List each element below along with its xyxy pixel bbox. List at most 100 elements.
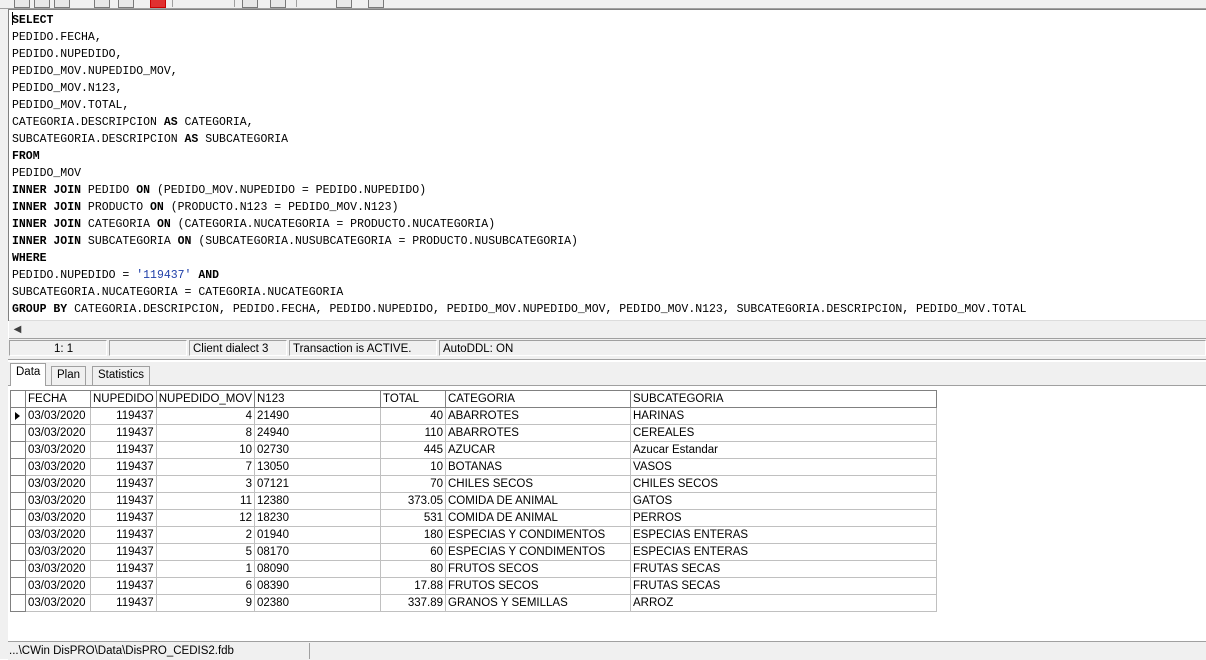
cell-nupedido[interactable]: 119437 <box>90 526 157 544</box>
cell-n123[interactable]: 08390 <box>254 577 381 595</box>
cell-total[interactable]: 80 <box>380 560 446 578</box>
cell-n123[interactable]: 21490 <box>254 407 381 425</box>
table-row[interactable]: 03/03/2020 119437 10 02730 445 AZUCAR Azucar E… <box>10 441 937 459</box>
row-indicator[interactable] <box>10 492 26 510</box>
row-indicator[interactable] <box>10 526 26 544</box>
cell-nupedido[interactable]: 119437 <box>90 577 157 595</box>
row-indicator[interactable] <box>10 509 26 527</box>
cell-n123[interactable]: 13050 <box>254 458 381 476</box>
cell-nupedido-mov[interactable]: 9 <box>155 594 256 612</box>
cell-categoria[interactable]: ABARROTES <box>445 424 631 442</box>
cell-subcategoria[interactable]: CHILES SECOS <box>630 475 937 493</box>
table-row[interactable]: 03/03/2020 119437 1 08090 80 FRUTOS SECOS FRUT… <box>10 560 937 578</box>
sql-editor[interactable]: SELECT PEDIDO.FECHA, PEDIDO.NUPEDIDO, PEDID… <box>8 9 1206 321</box>
cell-fecha[interactable]: 03/03/2020 <box>25 560 91 578</box>
cell-nupedido-mov[interactable]: 6 <box>155 577 256 595</box>
cell-total[interactable]: 17.88 <box>380 577 446 595</box>
cell-fecha[interactable]: 03/03/2020 <box>25 475 91 493</box>
cell-subcategoria[interactable]: ARROZ <box>630 594 937 612</box>
cell-subcategoria[interactable]: FRUTAS SECAS <box>630 560 937 578</box>
cell-fecha[interactable]: 03/03/2020 <box>25 509 91 527</box>
cell-nupedido-mov[interactable]: 7 <box>155 458 256 476</box>
cell-fecha[interactable]: 03/03/2020 <box>25 594 91 612</box>
cell-categoria[interactable]: GRANOS Y SEMILLAS <box>445 594 631 612</box>
cell-nupedido-mov[interactable]: 8 <box>155 424 256 442</box>
table-row[interactable]: 03/03/2020 119437 12 18230 531 COMIDA DE ANIM… <box>10 509 937 527</box>
toolbar-button-icon[interactable] <box>54 0 70 8</box>
table-row[interactable]: 03/03/2020 119437 3 07121 70 CHILES SECOS CHIL… <box>10 475 937 493</box>
cell-nupedido[interactable]: 119437 <box>90 492 157 510</box>
toolbar-button-icon[interactable] <box>34 0 50 8</box>
cell-nupedido[interactable]: 119437 <box>90 560 157 578</box>
cell-n123[interactable]: 01940 <box>254 526 381 544</box>
cell-categoria[interactable]: ESPECIAS Y CONDIMENTOS <box>445 543 631 561</box>
cell-fecha[interactable]: 03/03/2020 <box>25 458 91 476</box>
cell-categoria[interactable]: FRUTOS SECOS <box>445 577 631 595</box>
cell-n123[interactable]: 02730 <box>254 441 381 459</box>
cell-total[interactable]: 531 <box>380 509 446 527</box>
cell-categoria[interactable]: ABARROTES <box>445 407 631 425</box>
table-row[interactable]: 03/03/2020 119437 9 02380 337.89 GRANOS Y SEM… <box>10 594 937 612</box>
cell-subcategoria[interactable]: ESPECIAS ENTERAS <box>630 543 937 561</box>
table-row[interactable]: 03/03/2020 119437 2 01940 180 ESPECIAS Y COND… <box>10 526 937 544</box>
cell-n123[interactable]: 08090 <box>254 560 381 578</box>
tab-data[interactable]: Data <box>10 363 47 386</box>
cell-nupedido-mov[interactable]: 12 <box>155 509 256 527</box>
table-row[interactable]: 03/03/2020 119437 6 08390 17.88 FRUTOS SECOS F… <box>10 577 937 595</box>
cell-total[interactable]: 60 <box>380 543 446 561</box>
row-indicator[interactable] <box>10 475 26 493</box>
cell-fecha[interactable]: 03/03/2020 <box>25 424 91 442</box>
column-header-fecha[interactable]: FECHA <box>25 390 91 408</box>
cell-n123[interactable]: 18230 <box>254 509 381 527</box>
tab-statistics[interactable]: Statistics <box>92 366 151 385</box>
cell-nupedido-mov[interactable]: 10 <box>155 441 256 459</box>
result-grid[interactable]: FECHA NUPEDIDO NUPEDIDO_MOV N123 TOTAL CATEGO… <box>10 390 937 612</box>
toolbar-button-icon[interactable] <box>14 0 30 8</box>
column-header-nupedido[interactable]: NUPEDIDO <box>90 390 157 408</box>
row-indicator[interactable] <box>10 577 26 595</box>
cell-subcategoria[interactable]: Azucar Estandar <box>630 441 937 459</box>
cell-categoria[interactable]: BOTANAS <box>445 458 631 476</box>
row-indicator[interactable] <box>10 407 26 425</box>
column-header-n123[interactable]: N123 <box>254 390 381 408</box>
cell-total[interactable]: 337.89 <box>380 594 446 612</box>
cell-n123[interactable]: 12380 <box>254 492 381 510</box>
toolbar-button-icon[interactable] <box>242 0 258 8</box>
cell-fecha[interactable]: 03/03/2020 <box>25 492 91 510</box>
cell-fecha[interactable]: 03/03/2020 <box>25 441 91 459</box>
cell-fecha[interactable]: 03/03/2020 <box>25 526 91 544</box>
cell-n123[interactable]: 02380 <box>254 594 381 612</box>
cell-total[interactable]: 70 <box>380 475 446 493</box>
cell-subcategoria[interactable]: CEREALES <box>630 424 937 442</box>
cell-nupedido[interactable]: 119437 <box>90 407 157 425</box>
toolbar-button-icon[interactable] <box>336 0 352 8</box>
cell-n123[interactable]: 07121 <box>254 475 381 493</box>
cell-nupedido[interactable]: 119437 <box>90 594 157 612</box>
row-indicator[interactable] <box>10 543 26 561</box>
cell-subcategoria[interactable]: FRUTAS SECAS <box>630 577 937 595</box>
cell-nupedido[interactable]: 119437 <box>90 424 157 442</box>
cell-total[interactable]: 180 <box>380 526 446 544</box>
cell-categoria[interactable]: FRUTOS SECOS <box>445 560 631 578</box>
stop-icon[interactable] <box>150 0 166 8</box>
table-row[interactable]: 03/03/2020 119437 5 08170 60 ESPECIAS Y CONDI… <box>10 543 937 561</box>
column-header-categoria[interactable]: CATEGORIA <box>445 390 631 408</box>
cell-nupedido[interactable]: 119437 <box>90 475 157 493</box>
cell-fecha[interactable]: 03/03/2020 <box>25 407 91 425</box>
column-header-total[interactable]: TOTAL <box>380 390 446 408</box>
cell-categoria[interactable]: AZUCAR <box>445 441 631 459</box>
row-indicator[interactable] <box>10 560 26 578</box>
cell-subcategoria[interactable]: ESPECIAS ENTERAS <box>630 526 937 544</box>
cell-nupedido-mov[interactable]: 4 <box>155 407 256 425</box>
table-row[interactable]: 03/03/2020 119437 11 12380 373.05 COMIDA DE A… <box>10 492 937 510</box>
horizontal-scrollbar[interactable]: ◀ <box>9 320 1206 339</box>
cell-n123[interactable]: 24940 <box>254 424 381 442</box>
column-header-nupedido-mov[interactable]: NUPEDIDO_MOV <box>155 390 256 408</box>
toolbar-button-icon[interactable] <box>94 0 110 8</box>
row-indicator[interactable] <box>10 441 26 459</box>
tab-plan[interactable]: Plan <box>51 366 87 385</box>
cell-nupedido-mov[interactable]: 2 <box>155 526 256 544</box>
row-indicator[interactable] <box>10 458 26 476</box>
cell-subcategoria[interactable]: PERROS <box>630 509 937 527</box>
column-header-subcategoria[interactable]: SUBCATEGORIA <box>630 390 937 408</box>
